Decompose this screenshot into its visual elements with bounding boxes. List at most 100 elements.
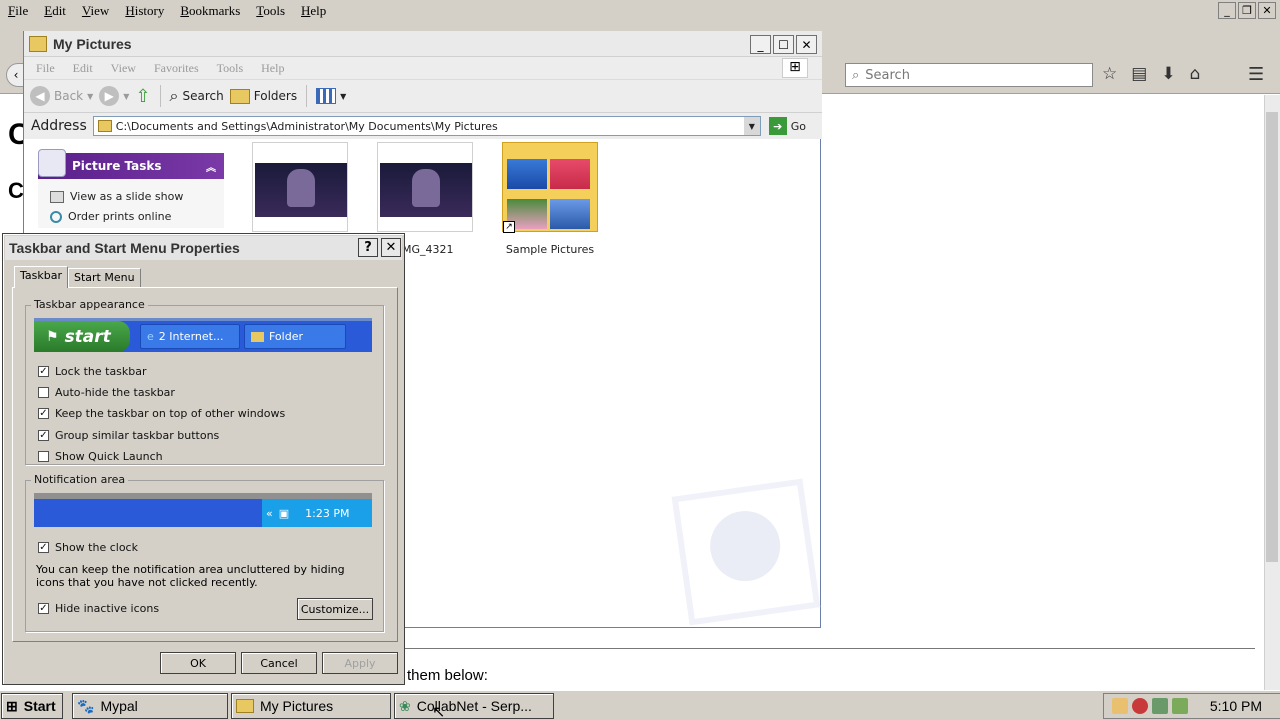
explorer-menu-tools[interactable]: Tools: [217, 61, 244, 76]
option-hide-inactive[interactable]: ✓ Hide inactive icons: [38, 602, 159, 615]
folder-preview-image: [507, 159, 547, 189]
go-button[interactable]: ➔ Go: [768, 117, 806, 135]
preview-tray: « ▣ 1:23 PM: [262, 499, 372, 527]
customize-button[interactable]: Customize...: [297, 598, 373, 620]
tab-taskbar[interactable]: Taskbar: [14, 266, 68, 288]
browser-search-input[interactable]: ⌕ Search: [845, 63, 1093, 87]
taskbar-item-my-pictures[interactable]: My Pictures: [231, 693, 391, 719]
browser-window-controls: _ ❐ ✕: [1218, 2, 1276, 19]
taskbar-item-mypal[interactable]: 🐾 Mypal: [72, 693, 228, 719]
explorer-close-button[interactable]: ✕: [796, 35, 817, 54]
tray-shield-icon[interactable]: [1132, 698, 1148, 714]
file-thumbnail[interactable]: [377, 142, 473, 232]
tab-start-menu[interactable]: Start Menu: [68, 268, 141, 288]
checkbox-checked[interactable]: ✓: [38, 430, 49, 441]
taskbar-item-label: Mypal: [100, 698, 138, 714]
collapse-chevron-icon[interactable]: ︽: [206, 159, 216, 174]
browser-menu-bar: File Edit View History Bookmarks Tools H…: [0, 0, 1280, 22]
page-scrollbar-thumb[interactable]: [1266, 112, 1278, 562]
checkbox-unchecked[interactable]: [38, 387, 49, 398]
browser-minimize-button[interactable]: _: [1218, 2, 1236, 19]
search-button[interactable]: ⌕ Search: [170, 86, 224, 106]
taskbar-preview: ⚑ start e 2 Internet... Folder: [34, 318, 372, 352]
browser-restore-button[interactable]: ❐: [1238, 2, 1256, 19]
menu-history[interactable]: History: [117, 3, 172, 19]
home-icon[interactable]: ⌂: [1190, 64, 1201, 84]
menu-hamburger-icon[interactable]: ☰: [1248, 64, 1264, 85]
option-label: Keep the taskbar on top of other windows: [55, 407, 286, 420]
preview-tray-time: 1:23 PM: [305, 506, 350, 520]
explorer-menu-favorites[interactable]: Favorites: [154, 61, 199, 76]
option-keep-on-top[interactable]: ✓ Keep the taskbar on top of other window…: [38, 407, 285, 420]
library-icon[interactable]: ▤: [1131, 64, 1147, 84]
mouse-cursor-icon: ↖: [432, 702, 446, 720]
bookmark-star-icon[interactable]: ☆: [1102, 64, 1117, 84]
checkbox-checked[interactable]: ✓: [38, 366, 49, 377]
system-tray: 5:10 PM: [1103, 693, 1280, 719]
windows-logo-icon: ⊞: [782, 58, 808, 78]
checkbox-checked[interactable]: ✓: [38, 408, 49, 419]
explorer-title-bar[interactable]: My Pictures: [24, 31, 822, 57]
menu-tools[interactable]: Tools: [248, 3, 293, 19]
checkbox-unchecked[interactable]: [38, 451, 49, 462]
expand-chevron-icon: «: [266, 506, 273, 520]
download-icon[interactable]: ⬇: [1161, 64, 1175, 84]
folder-icon: [97, 120, 112, 132]
folders-button[interactable]: Folders: [229, 88, 297, 104]
cancel-button[interactable]: Cancel: [241, 652, 317, 674]
option-lock-taskbar[interactable]: ✓ Lock the taskbar: [38, 365, 147, 378]
folder-icon: [251, 331, 264, 342]
views-button[interactable]: ▼: [316, 88, 346, 104]
explorer-menu-edit[interactable]: Edit: [73, 61, 93, 76]
go-arrow-icon: ➔: [768, 117, 787, 135]
option-show-clock[interactable]: ✓ Show the clock: [38, 541, 138, 554]
task-slideshow[interactable]: View as a slide show: [50, 190, 183, 203]
forward-button[interactable]: ▶ ▼: [99, 86, 129, 106]
picture-tasks-panel: Picture Tasks ︽ View as a slide show Ord…: [38, 149, 224, 228]
explorer-menu-bar: File Edit View Favorites Tools Help: [24, 57, 822, 79]
tray-safely-remove-icon[interactable]: [1172, 698, 1188, 714]
start-button[interactable]: ⊞ Start: [1, 693, 63, 719]
menu-help[interactable]: Help: [293, 3, 334, 19]
menu-view[interactable]: View: [74, 3, 117, 19]
address-dropdown-icon[interactable]: ▼: [743, 117, 760, 135]
dialog-close-button[interactable]: ✕: [381, 238, 401, 257]
start-label: Start: [23, 698, 56, 714]
option-quick-launch[interactable]: Show Quick Launch: [38, 450, 163, 463]
tray-network-icon[interactable]: [1152, 698, 1168, 714]
toolbar-separator: [159, 85, 161, 107]
explorer-menu-view[interactable]: View: [111, 61, 136, 76]
address-value: C:\Documents and Settings\Administrator\…: [115, 119, 498, 133]
address-input[interactable]: C:\Documents and Settings\Administrator\…: [92, 116, 761, 136]
preview-ie-label: 2 Internet...: [158, 330, 224, 343]
ok-button[interactable]: OK: [160, 652, 236, 674]
browser-icon: ❀: [399, 697, 411, 714]
menu-bookmarks[interactable]: Bookmarks: [172, 3, 248, 19]
task-order-prints[interactable]: Order prints online: [50, 210, 171, 223]
option-label: Auto-hide the taskbar: [55, 386, 175, 399]
browser-close-button[interactable]: ✕: [1258, 2, 1276, 19]
explorer-window-controls: _ ☐ ✕: [750, 35, 817, 54]
apply-button[interactable]: Apply: [322, 652, 398, 674]
explorer-menu-file[interactable]: File: [36, 61, 55, 76]
menu-file[interactable]: File: [0, 3, 36, 19]
dialog-title-bar[interactable]: Taskbar and Start Menu Properties: [5, 236, 402, 260]
ie-icon: e: [147, 330, 154, 343]
explorer-maximize-button[interactable]: ☐: [773, 35, 794, 54]
option-auto-hide[interactable]: Auto-hide the taskbar: [38, 386, 175, 399]
explorer-menu-help[interactable]: Help: [261, 61, 284, 76]
checkbox-checked[interactable]: ✓: [38, 603, 49, 614]
taskbar-item-collabnet[interactable]: ❀ CollabNet - Serp...: [394, 693, 554, 719]
up-folder-button[interactable]: ⇧: [135, 86, 150, 107]
back-button[interactable]: ◀ Back ▼: [30, 86, 93, 106]
taskbar-clock[interactable]: 5:10 PM: [1210, 698, 1262, 714]
checkbox-checked[interactable]: ✓: [38, 542, 49, 553]
sample-pictures-folder[interactable]: ↗: [502, 142, 598, 233]
file-thumbnail[interactable]: [252, 142, 348, 232]
search-placeholder: Search: [865, 67, 910, 83]
option-group-buttons[interactable]: ✓ Group similar taskbar buttons: [38, 429, 219, 442]
explorer-minimize-button[interactable]: _: [750, 35, 771, 54]
help-button[interactable]: ?: [358, 238, 378, 257]
tray-tools-icon[interactable]: [1112, 698, 1128, 714]
menu-edit[interactable]: Edit: [36, 3, 74, 19]
